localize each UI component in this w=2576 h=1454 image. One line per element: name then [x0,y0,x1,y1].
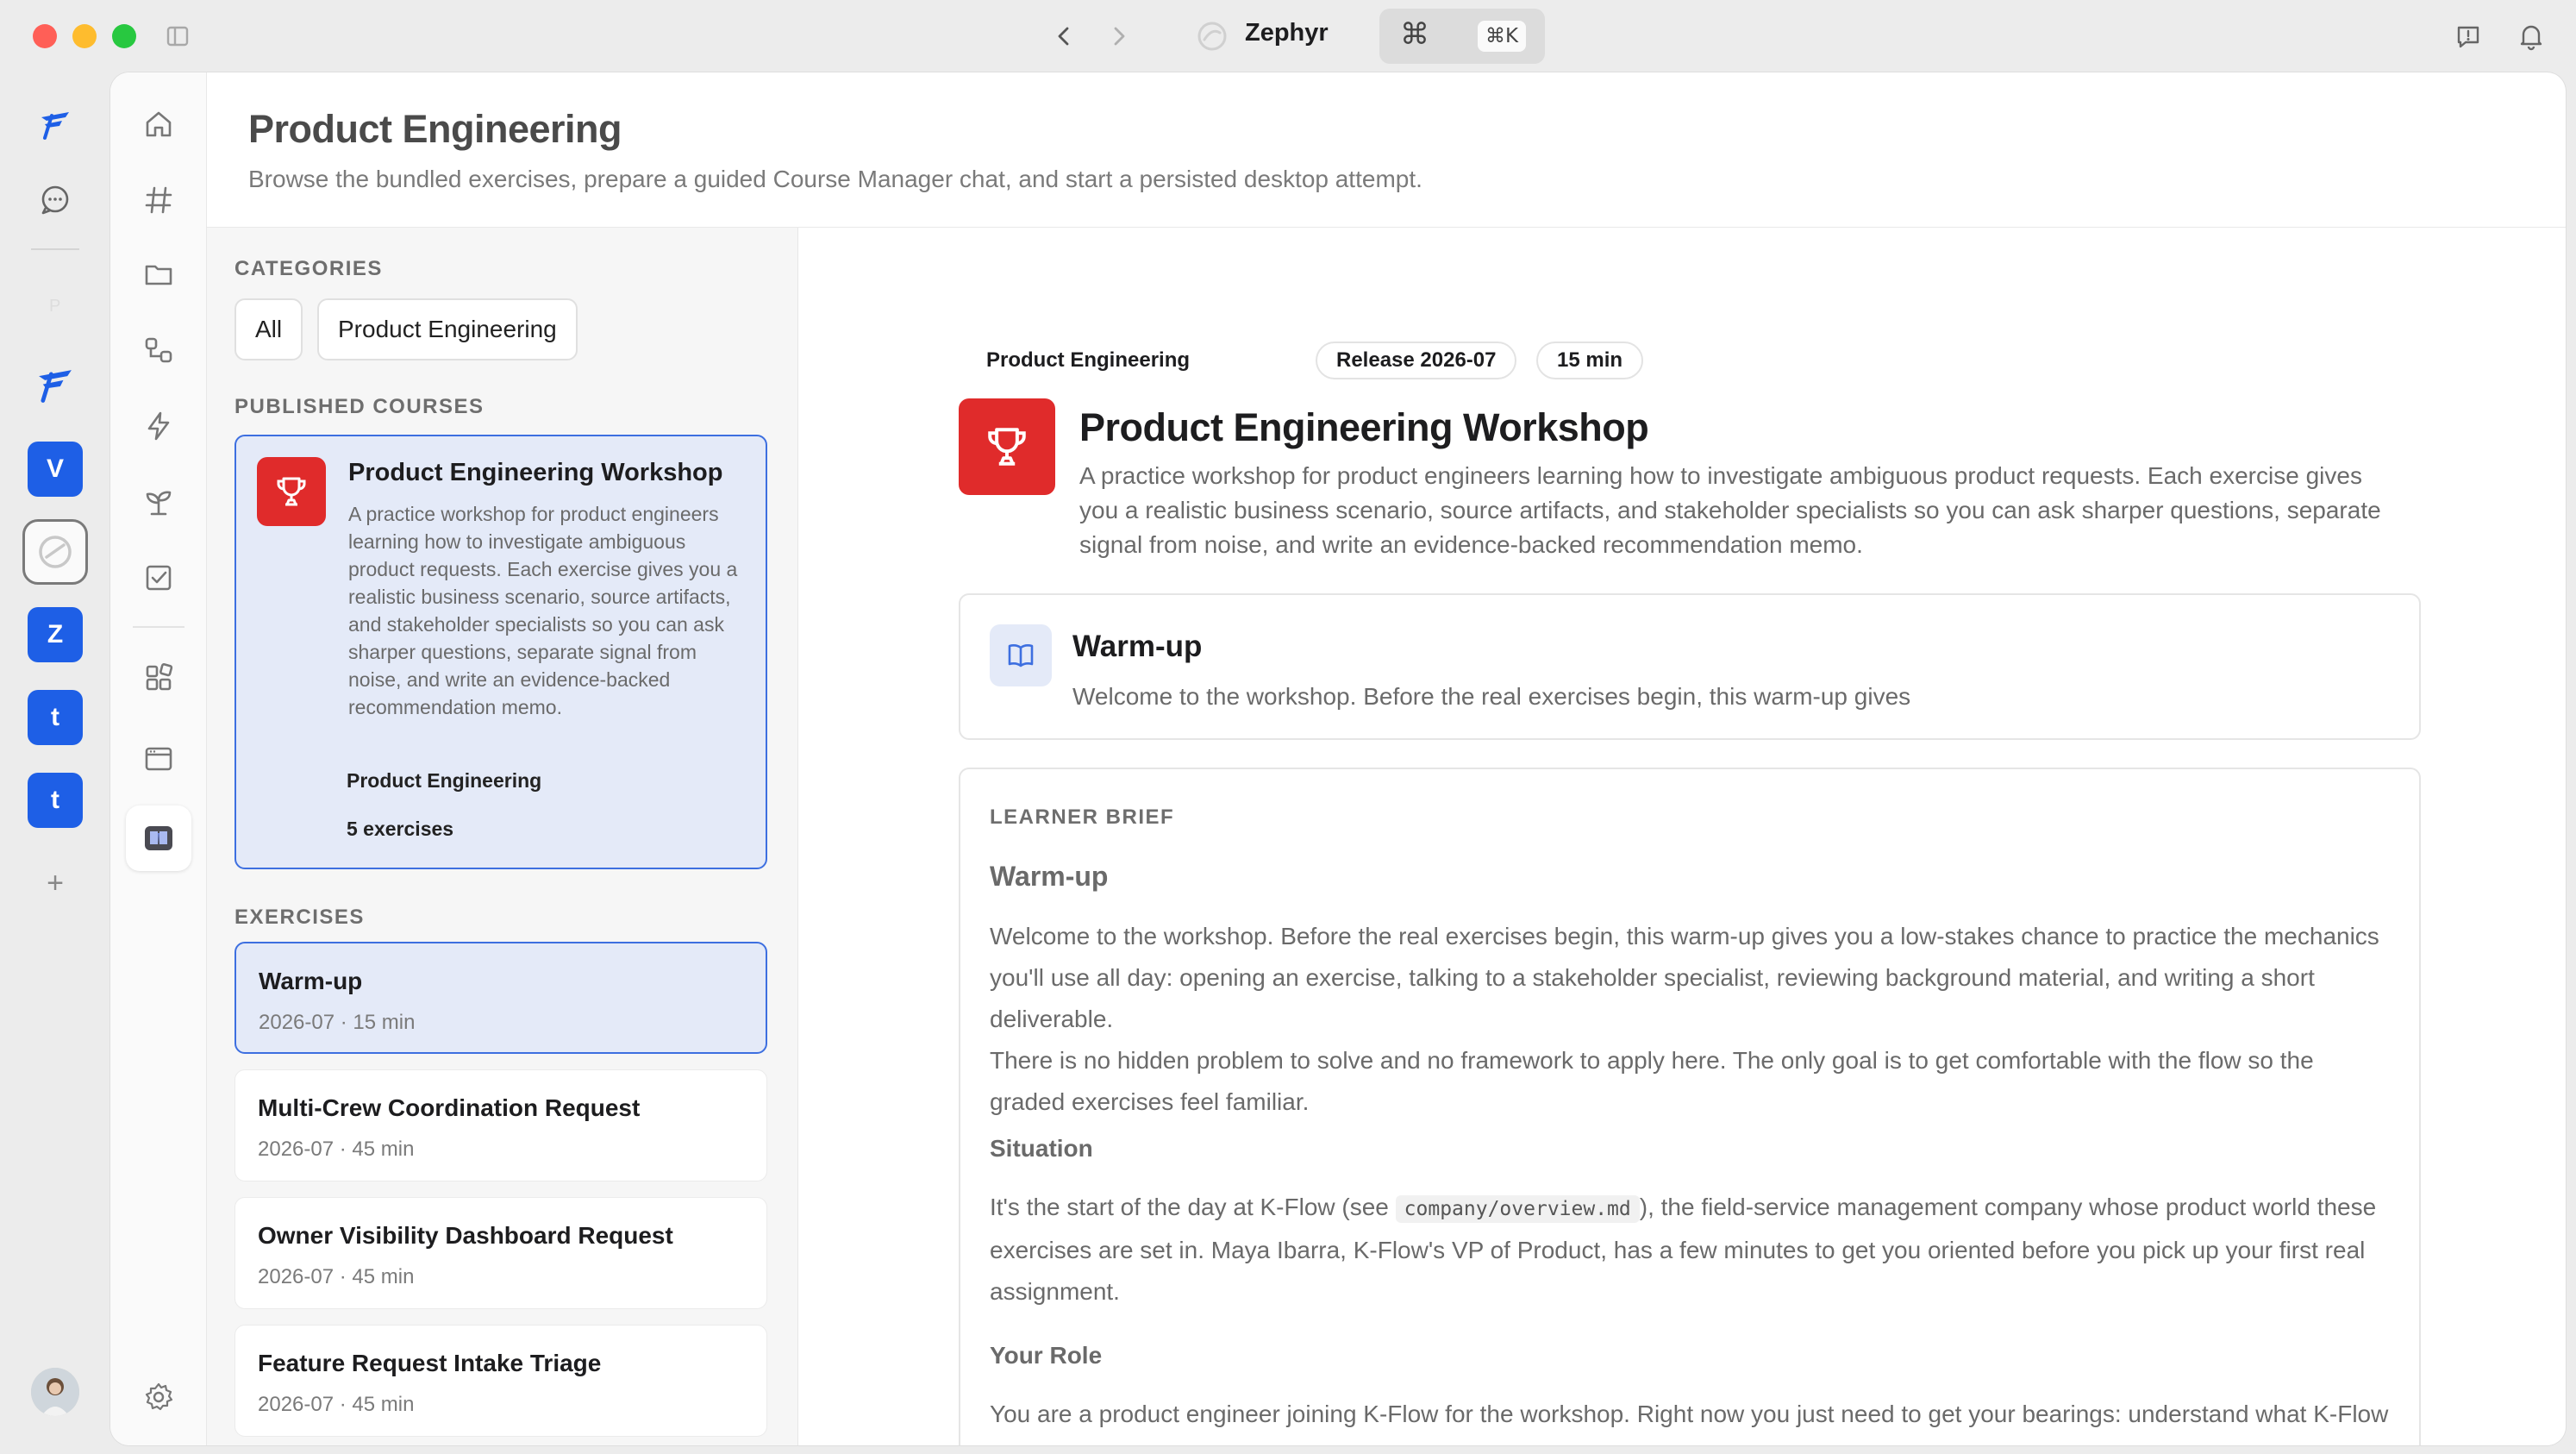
nav-icon-column [110,72,207,1445]
back-chevron-icon[interactable] [1050,22,1078,50]
forward-chevron-icon[interactable] [1105,22,1133,50]
workspace-rail: P V Z t t + [0,72,110,1454]
workflow-icon[interactable] [136,328,181,373]
course-category-tag: Product Engineering [328,761,561,800]
exercise-summary-card[interactable]: Warm-up Welcome to the workshop. Before … [959,593,2421,740]
faded-workspace-icon[interactable]: P [28,278,83,333]
brief-intro-paragraph-1: Welcome to the workshop. Before the real… [990,923,2379,1032]
exercise-item[interactable]: Feature Request Intake Triage 2026-07 · … [234,1325,767,1437]
user-avatar[interactable] [31,1368,79,1416]
exercise-item[interactable]: Multi-Crew Coordination Request 2026-07 … [234,1069,767,1181]
categories-label: CATEGORIES [234,257,383,280]
course-name: Product Engineering Workshop [348,459,723,486]
exercise-title: Feature Request Intake Triage [258,1350,602,1376]
workspace-z[interactable]: Z [28,607,83,662]
situation-text-before: It's the start of the day at K-Flow (see [990,1194,1396,1220]
open-book-icon [990,624,1052,686]
workspace-logo-icon[interactable] [28,359,83,414]
your-role-heading: Your Role [990,1342,1103,1369]
your-role-paragraph: You are a product engineer joining K-Flo… [990,1401,2389,1445]
published-courses-label: PUBLISHED COURSES [234,395,485,418]
command-icon: ⌘ [1400,17,1429,52]
exercise-meta: 2026-07 · 45 min [258,1393,415,1416]
brief-intro-paragraph-2: There is no hidden problem to solve and … [990,1047,2314,1115]
add-workspace-button[interactable]: + [28,855,83,911]
workspace-t-2[interactable]: t [28,773,83,828]
channels-hash-icon[interactable] [136,178,181,222]
workspace-zephyr-active[interactable] [22,519,88,585]
courses-book-icon[interactable] [126,805,191,871]
window-close-button[interactable] [33,24,57,48]
page-header: Product Engineering Browse the bundled e… [207,72,2566,228]
lightning-icon[interactable] [136,404,181,448]
notifications-bell-icon[interactable] [2516,21,2547,52]
rail-divider [31,248,79,250]
page-subtitle: Browse the bundled exercises, prepare a … [248,166,1422,192]
messages-bubble-icon[interactable] [28,172,83,228]
course-description: A practice workshop for product engineer… [1079,462,2381,558]
browser-window-icon[interactable] [136,736,181,781]
category-filter-all[interactable]: All [234,298,303,360]
situation-paragraph: It's the start of the day at K-Flow (see… [990,1187,2395,1313]
app-title: Zephyr [1245,19,1329,47]
window-minimize-button[interactable] [72,24,97,48]
svg-text:P: P [49,297,60,316]
workspace-t-1[interactable]: t [28,690,83,745]
exercise-summary-preview: Welcome to the workshop. Before the real… [1072,683,1911,710]
page-title: Product Engineering [248,107,622,151]
workspace-v[interactable]: V [28,442,83,497]
feedback-icon[interactable] [2454,22,2483,52]
window-maximize-button[interactable] [112,24,136,48]
exercise-title: Warm-up [259,968,363,994]
exercise-meta: 2026-07 · 45 min [258,1138,415,1161]
exercise-summary-title: Warm-up [1072,630,1203,663]
settings-gear-icon[interactable] [136,1375,181,1420]
tasks-checkbox-icon[interactable] [136,555,181,600]
exercise-item[interactable]: Owner Visibility Dashboard Request 2026-… [234,1197,767,1309]
category-badge: Product Engineering [966,342,1211,379]
exercise-meta: 2026-07 · 15 min [259,1011,416,1034]
category-filter-product-engineering[interactable]: Product Engineering [317,298,578,360]
learner-brief-card: LEARNER BRIEF Warm-up Welcome to the wor… [959,768,2421,1445]
sidebar-toggle-icon[interactable] [166,24,190,48]
course-detail-pane: Product Engineering Release 2026-07 15 m… [798,228,2566,1445]
situation-heading: Situation [990,1135,1093,1162]
learner-brief-label: LEARNER BRIEF [990,805,1175,829]
sprout-icon[interactable] [136,479,181,524]
command-palette-button[interactable]: ⌘ ⌘K [1379,9,1545,64]
title-bar: Zephyr ⌘ ⌘K [0,0,2576,72]
course-card-selected[interactable]: Product Engineering Workshop A practice … [234,435,767,869]
exercise-item-selected[interactable]: Warm-up 2026-07 · 15 min [234,942,767,1054]
course-description: A practice workshop for product engineer… [348,503,738,718]
folder-icon[interactable] [136,252,181,297]
exercise-title: Multi-Crew Coordination Request [258,1094,641,1121]
exercise-meta: 2026-07 · 45 min [258,1265,415,1288]
apps-grid-icon[interactable] [136,655,181,700]
app-home-logo-icon[interactable] [28,98,83,154]
nav-divider [133,626,184,628]
shortcut-kbd: ⌘K [1478,21,1526,52]
course-browser-pane: CATEGORIES All Product Engineering PUBLI… [207,228,798,1445]
home-icon[interactable] [136,102,181,147]
exercise-title: Owner Visibility Dashboard Request [258,1222,673,1249]
duration-badge: 15 min [1536,342,1644,379]
exercises-label: EXERCISES [234,906,365,929]
trophy-icon [257,457,326,526]
brief-heading: Warm-up [990,861,1109,892]
release-badge: Release 2026-07 [1316,342,1517,379]
trophy-icon [959,398,1055,495]
main-window: Product Engineering Browse the bundled e… [110,72,2566,1445]
course-title: Product Engineering Workshop [1079,405,1649,449]
course-exercise-count: 5 exercises [328,809,473,849]
overview-file-code: company/overview.md [1395,1195,1640,1223]
zephyr-logo-icon [1195,19,1229,53]
